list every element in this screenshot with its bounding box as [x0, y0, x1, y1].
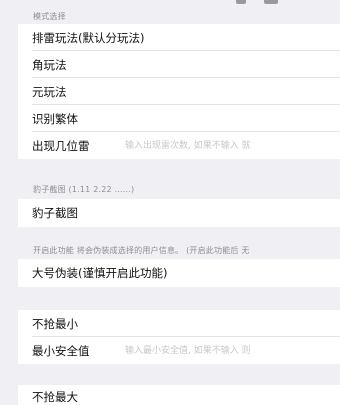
mode-row-jiao[interactable]: 角玩法 [18, 51, 340, 78]
disguise-row[interactable]: 大号伪装(谨慎开启此功能) [18, 259, 340, 287]
row-label: 大号伪装(谨慎开启此功能) [32, 266, 168, 280]
row-label: 最小安全值 [32, 343, 90, 358]
row-label: 排雷玩法(默认分玩法) [32, 30, 145, 45]
mode-row-yuan[interactable]: 元玩法 [18, 78, 340, 105]
row-label: 出现几位雷 [32, 138, 90, 153]
row-label: 豹子截图 [32, 206, 78, 220]
min-group: 不抢最小 最小安全值 [18, 310, 340, 364]
status-bar-icon [236, 0, 246, 4]
max-row-skip[interactable]: 不抢最大 [18, 385, 340, 405]
section-header-disguise: 开启此功能 将会伪装成选择的用户信息。 (开启此功能后 无 [33, 246, 250, 255]
min-row-skip[interactable]: 不抢最小 [18, 310, 340, 337]
mode-row-mine[interactable]: 排雷玩法(默认分玩法) [18, 24, 340, 51]
row-label: 元玩法 [32, 84, 67, 99]
row-label: 识别繁体 [32, 111, 78, 126]
mine-count-input[interactable] [123, 139, 340, 152]
max-group: 不抢最大 [18, 385, 340, 405]
mode-row-mine-count: 出现几位雷 [18, 132, 340, 159]
section-header-screenshot: 豹子截图 (1.11 2.22 ......) [33, 185, 135, 194]
min-safe-value-input[interactable] [123, 344, 340, 357]
mode-row-traditional[interactable]: 识别繁体 [18, 105, 340, 132]
mode-group: 排雷玩法(默认分玩法) 角玩法 元玩法 识别繁体 出现几位雷 [18, 24, 340, 159]
screenshot-group: 豹子截图 [18, 199, 340, 227]
disguise-group: 大号伪装(谨慎开启此功能) [18, 259, 340, 287]
section-header-mode: 模式选择 [33, 12, 66, 21]
row-label: 角玩法 [32, 57, 67, 72]
row-label: 不抢最小 [32, 316, 78, 331]
status-bar-icon [264, 0, 278, 4]
row-label: 不抢最大 [32, 390, 78, 404]
screenshot-row[interactable]: 豹子截图 [18, 199, 340, 227]
min-row-safe-value: 最小安全值 [18, 337, 340, 364]
